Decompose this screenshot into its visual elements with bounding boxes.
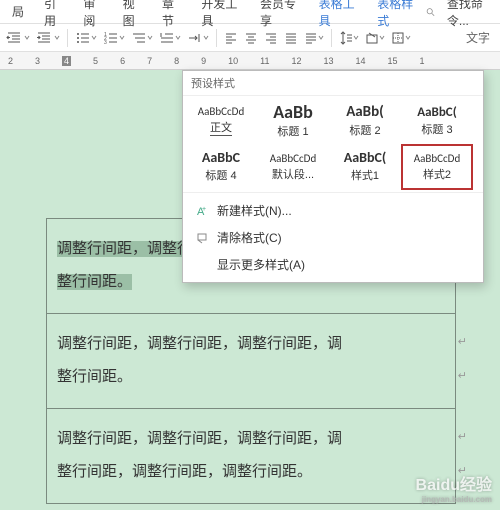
separator xyxy=(67,29,68,47)
separator xyxy=(331,29,332,47)
bullets-button[interactable] xyxy=(73,28,99,48)
search-placeholder: 查找命令... xyxy=(437,0,500,29)
multilevel-button[interactable] xyxy=(129,28,155,48)
shading-button[interactable] xyxy=(363,28,387,48)
borders-button[interactable] xyxy=(389,28,413,48)
ruler[interactable]: 234567891011121314151 xyxy=(0,52,500,70)
menu-table-style[interactable]: 表格样式 xyxy=(367,0,426,29)
style-h3[interactable]: AaBbC(标题 3 xyxy=(401,98,473,144)
clear-format-item[interactable]: 清除格式(C) xyxy=(183,224,483,251)
style-h1[interactable]: AaBb标题 1 xyxy=(257,98,329,144)
style-grid: AaBbCcDd正文 AaBb标题 1 AaBb(标题 2 AaBbC(标题 3… xyxy=(183,96,483,192)
table-cell[interactable]: 调整行间距，调整行间距，调整行间距，调↵整行间距，调整行间距，调整行间距。↵ xyxy=(47,409,456,504)
tab-button[interactable] xyxy=(185,28,211,48)
style-h2[interactable]: AaBb(标题 2 xyxy=(329,98,401,144)
menu-table-tools[interactable]: 表格工具 xyxy=(309,0,368,29)
align-left-button[interactable] xyxy=(222,28,240,48)
menu-layout[interactable]: 局 xyxy=(2,3,34,20)
menubar: 局 引用 审阅 视图 章节 开发工具 会员专享 表格工具 表格样式 查找命令..… xyxy=(0,0,500,24)
menu-dev[interactable]: 开发工具 xyxy=(191,0,250,29)
menu-chapter[interactable]: 章节 xyxy=(152,0,191,29)
panel-title: 预设样式 xyxy=(183,71,483,96)
align-right-button[interactable] xyxy=(262,28,280,48)
selected-text: 整行间距。 xyxy=(57,274,132,290)
menu-review[interactable]: 审阅 xyxy=(73,0,112,29)
table-cell[interactable]: 调整行间距，调整行间距，调整行间距，调↵整行间距。↵ xyxy=(47,314,456,409)
menu-ref[interactable]: 引用 xyxy=(34,0,73,29)
text-label: 文字 xyxy=(466,29,496,46)
styles-panel: 预设样式 AaBbCcDd正文 AaBb标题 1 AaBb(标题 2 AaBbC… xyxy=(182,70,484,283)
hanging-indent-button[interactable] xyxy=(157,28,183,48)
panel-menu: A+新建样式(N)... 清除格式(C) 显示更多样式(A) xyxy=(183,192,483,282)
align-center-button[interactable] xyxy=(242,28,260,48)
menu-view[interactable]: 视图 xyxy=(113,0,152,29)
outdent-button[interactable] xyxy=(4,28,32,48)
menu-vip[interactable]: 会员专享 xyxy=(250,0,309,29)
style-body[interactable]: AaBbCcDd正文 xyxy=(185,98,257,144)
line-spacing-button[interactable] xyxy=(337,28,361,48)
svg-text:+: + xyxy=(202,206,206,213)
align-distribute-button[interactable] xyxy=(302,28,326,48)
style-default-para[interactable]: AaBbCcDd默认段... xyxy=(257,144,329,190)
style-h4[interactable]: AaBbC标题 4 xyxy=(185,144,257,190)
svg-text:3: 3 xyxy=(104,40,107,45)
numbering-button[interactable]: 123 xyxy=(101,28,127,48)
document-area: 预设样式 AaBbCcDd正文 AaBb标题 1 AaBb(标题 2 AaBbC… xyxy=(0,70,500,510)
more-styles-item[interactable]: 显示更多样式(A) xyxy=(183,251,483,278)
watermark: Baidu经验jingyan.baidu.com xyxy=(416,471,492,504)
separator xyxy=(216,29,217,47)
style-2[interactable]: AaBbCcDd样式2 xyxy=(401,144,473,190)
command-search[interactable]: 查找命令... xyxy=(426,0,500,29)
style-1[interactable]: AaBbC(样式1 xyxy=(329,144,401,190)
indent-button[interactable] xyxy=(34,28,62,48)
align-justify-button[interactable] xyxy=(282,28,300,48)
new-style-item[interactable]: A+新建样式(N)... xyxy=(183,197,483,224)
